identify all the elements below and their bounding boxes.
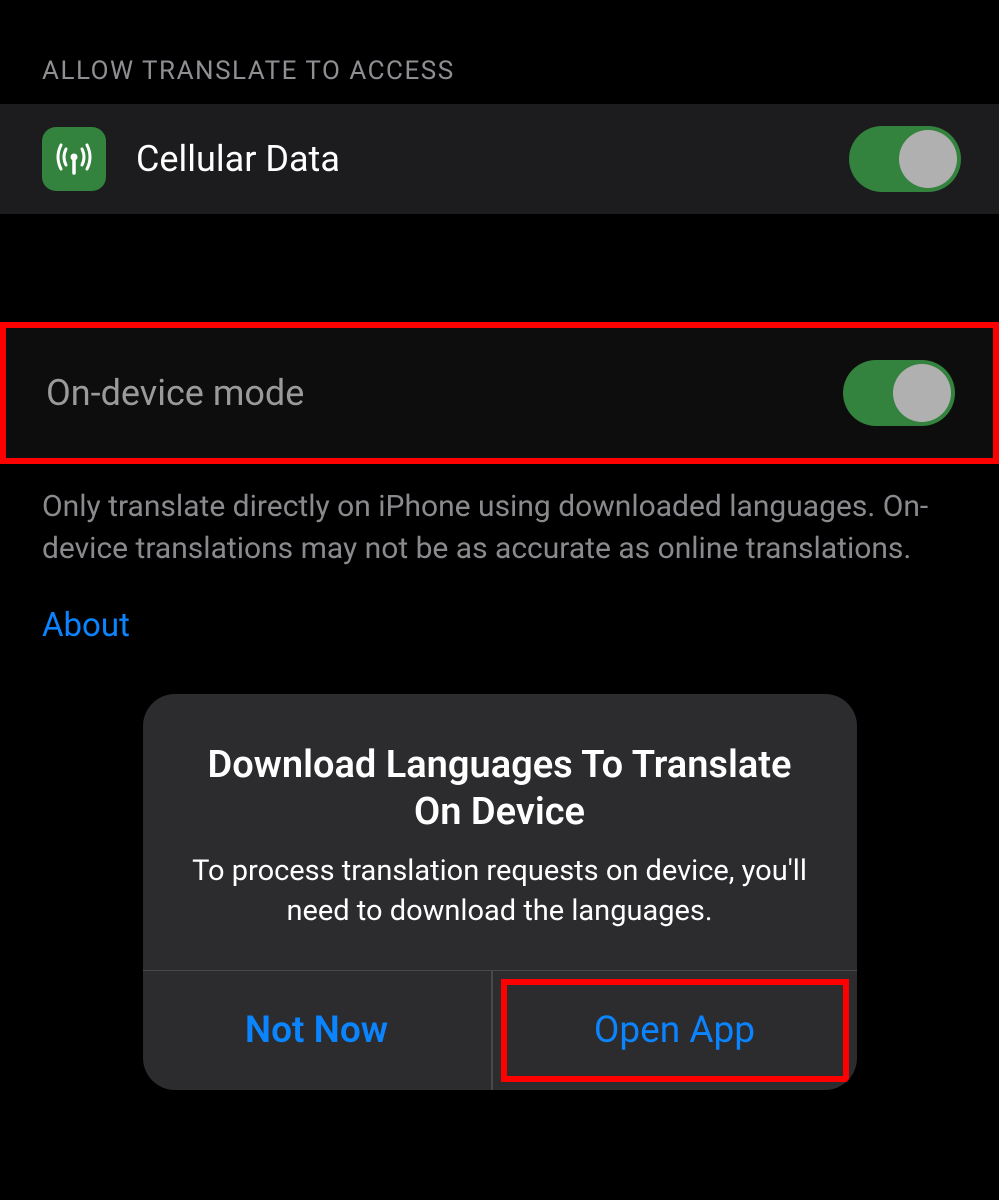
cellular-data-label: Cellular Data bbox=[136, 138, 849, 180]
on-device-description: Only translate directly on iPhone using … bbox=[0, 464, 999, 578]
cellular-data-row[interactable]: Cellular Data bbox=[0, 104, 999, 214]
toggle-knob bbox=[899, 130, 957, 188]
dialog-message: To process translation requests on devic… bbox=[187, 851, 813, 932]
dialog-title: Download Languages To Translate On Devic… bbox=[187, 742, 813, 837]
dialog-overlay: Download Languages To Translate On Devic… bbox=[143, 694, 857, 1090]
open-app-button[interactable]: Open App bbox=[501, 979, 849, 1082]
cellular-data-toggle[interactable] bbox=[849, 126, 961, 192]
on-device-mode-label: On-device mode bbox=[46, 372, 843, 414]
cellular-icon bbox=[42, 127, 106, 191]
on-device-mode-row[interactable]: On-device mode bbox=[0, 322, 999, 464]
download-languages-dialog: Download Languages To Translate On Devic… bbox=[143, 694, 857, 1090]
toggle-knob bbox=[893, 364, 951, 422]
dialog-content: Download Languages To Translate On Devic… bbox=[143, 694, 857, 970]
on-device-mode-toggle[interactable] bbox=[843, 360, 955, 426]
not-now-button[interactable]: Not Now bbox=[143, 971, 492, 1090]
dialog-buttons: Not Now Open App bbox=[143, 970, 857, 1090]
about-link[interactable]: About bbox=[0, 578, 999, 653]
section-header-access: ALLOW TRANSLATE TO ACCESS bbox=[0, 0, 999, 104]
